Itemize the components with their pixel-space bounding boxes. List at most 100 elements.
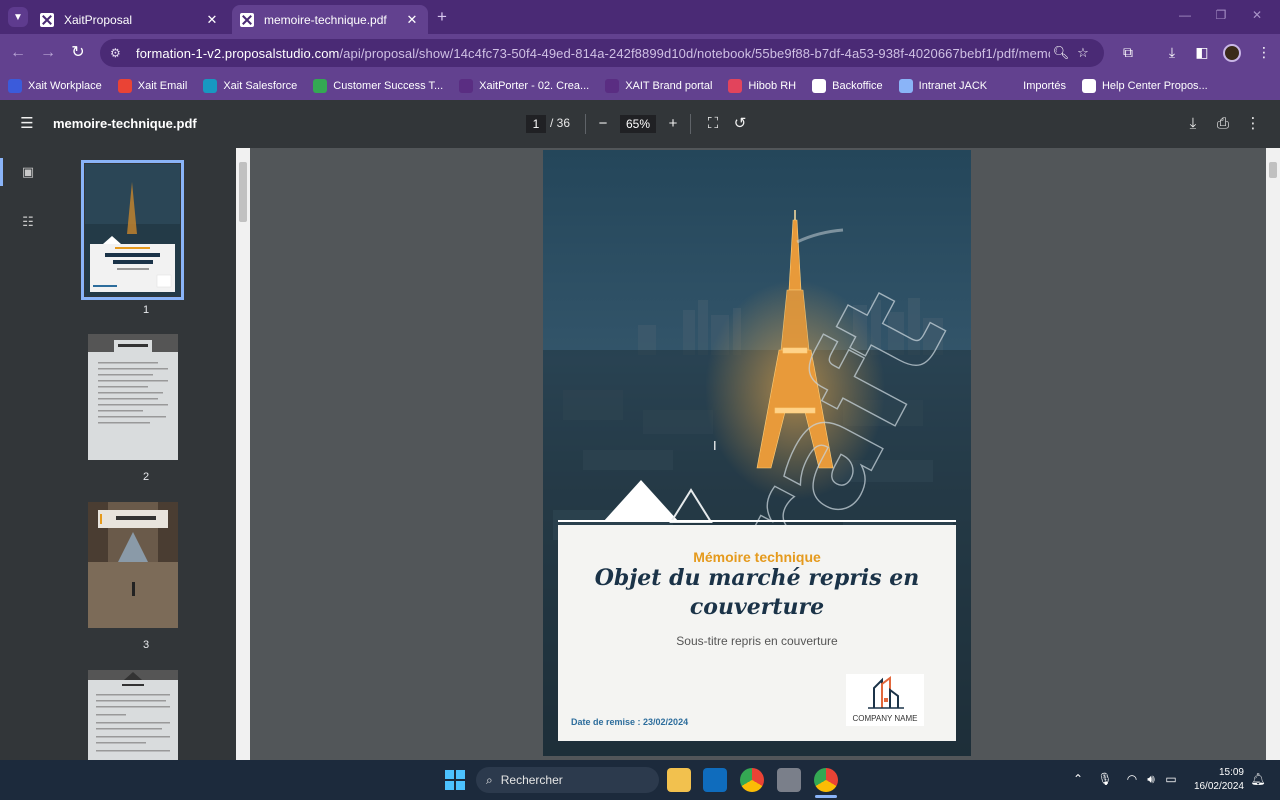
thumbnail-2-image bbox=[88, 334, 178, 460]
bookmark-item[interactable]: Backoffice bbox=[812, 79, 883, 93]
bookmark-item[interactable]: Intranet JACK bbox=[898, 79, 988, 93]
back-button[interactable]: ← bbox=[8, 43, 28, 63]
fit-to-page-icon[interactable]: ⛶ bbox=[702, 114, 724, 134]
download-pdf-icon[interactable]: ⤓ bbox=[1182, 114, 1204, 134]
thumbnail-number: 3 bbox=[142, 639, 150, 651]
chrome-profile-icon[interactable] bbox=[814, 768, 838, 792]
thumbnail-3-image bbox=[88, 502, 178, 628]
bookmark-favicon-icon bbox=[117, 79, 132, 93]
bookmark-item[interactable]: Customer Success T... bbox=[313, 79, 443, 93]
bookmark-label: Importés bbox=[1023, 80, 1066, 92]
rotate-icon[interactable]: ↺ bbox=[729, 114, 751, 134]
taskbar-search[interactable]: ⌕ Rechercher bbox=[476, 767, 659, 793]
tab-memoire-technique[interactable]: memoire-technique.pdf ✕ bbox=[232, 5, 428, 34]
system-clock[interactable]: 15:09 16/02/2024 bbox=[1192, 766, 1244, 794]
search-icon: ⌕ bbox=[486, 772, 493, 787]
hamburger-menu-icon[interactable]: ☰ bbox=[16, 114, 38, 134]
thumbnail-page-1[interactable] bbox=[81, 160, 184, 300]
close-tab-icon[interactable]: ✕ bbox=[404, 12, 420, 28]
thumbnail-page-4[interactable] bbox=[88, 670, 178, 760]
page-number-input[interactable]: 1 bbox=[526, 115, 546, 133]
bookmarks-bar: Xait Workplace Xait Email Xait Salesforce C… bbox=[0, 72, 1280, 100]
file-explorer-icon[interactable] bbox=[667, 768, 691, 792]
bookmark-item[interactable]: Xait Workplace bbox=[8, 79, 102, 93]
new-tab-button[interactable]: + bbox=[432, 8, 452, 28]
scrollbar-thumb[interactable] bbox=[1269, 162, 1277, 178]
divider bbox=[690, 114, 691, 134]
page-total: / 36 bbox=[550, 116, 571, 130]
outline-icon[interactable]: ☷ bbox=[18, 214, 38, 232]
browser-toolbar: ← → ↻ ⚙ formation-1-v2.proposalstudio.co… bbox=[0, 34, 1280, 72]
bookmark-item[interactable]: XAIT Brand portal bbox=[605, 79, 712, 93]
side-panel-icon[interactable]: ◧ bbox=[1192, 43, 1212, 63]
restore-button[interactable]: ❐ bbox=[1210, 8, 1232, 26]
divider bbox=[585, 114, 586, 134]
notifications-icon[interactable]: 🔔︎ bbox=[1250, 772, 1266, 786]
pdf-toolbar: ☰ memoire-technique.pdf 1 / 36 − 65% + ⛶… bbox=[0, 100, 1280, 148]
extensions-icon[interactable]: ⧉ bbox=[1118, 43, 1138, 63]
avatar[interactable] bbox=[1223, 44, 1241, 62]
bookmark-item[interactable]: Xait Salesforce bbox=[203, 79, 297, 93]
bookmark-item[interactable]: Hibob RH bbox=[728, 79, 796, 93]
submission-date: Date de remise : 23/02/2024 bbox=[571, 717, 689, 727]
more-actions-icon[interactable]: ⋮ bbox=[1242, 114, 1264, 134]
clock-date: 16/02/2024 bbox=[1193, 781, 1244, 792]
xait-favicon-icon bbox=[240, 12, 254, 27]
battery-icon[interactable]: ▭ bbox=[1163, 772, 1179, 786]
bookmark-label: Customer Success T... bbox=[333, 80, 444, 92]
clock-time: 15:09 bbox=[1218, 767, 1244, 778]
search-icon[interactable]: 🔍︎ bbox=[1050, 45, 1072, 61]
cover-overline: Mémoire technique bbox=[693, 549, 821, 565]
sidebar-rail bbox=[0, 148, 56, 760]
close-window-button[interactable]: ✕ bbox=[1246, 8, 1268, 26]
thumbnails-icon[interactable]: ▣ bbox=[18, 164, 38, 182]
zoom-in-icon[interactable]: + bbox=[662, 114, 684, 134]
thumbnail-page-2[interactable] bbox=[88, 334, 178, 460]
close-tab-icon[interactable]: ✕ bbox=[204, 12, 220, 28]
site-info-icon[interactable]: ⚙ bbox=[110, 46, 126, 60]
company-name: COMPANY NAME bbox=[852, 714, 918, 723]
bookmark-label: XAIT Brand portal bbox=[625, 80, 713, 92]
microphone-icon[interactable]: 🎙︎ bbox=[1097, 772, 1113, 786]
document-scrollbar[interactable] bbox=[1266, 148, 1280, 760]
snipping-tool-icon[interactable] bbox=[777, 768, 801, 792]
outlook-icon[interactable] bbox=[703, 768, 727, 792]
bookmark-item[interactable]: Importés bbox=[1003, 79, 1066, 93]
menu-icon[interactable]: ⋮ bbox=[1254, 43, 1274, 63]
bookmark-item[interactable]: Xait Email bbox=[117, 79, 187, 93]
thumbnail-panel: 1 2 3 bbox=[56, 148, 236, 760]
bookmark-favicon-icon bbox=[728, 79, 743, 93]
cover-title: Objet du marché repris en couverture bbox=[594, 565, 920, 620]
thumbnail-4-image bbox=[88, 670, 178, 760]
thumbnail-page-3[interactable] bbox=[88, 502, 178, 628]
volume-icon[interactable]: 🔊︎ bbox=[1143, 772, 1159, 787]
download-icon[interactable]: ⤓ bbox=[1162, 43, 1182, 63]
chevron-up-icon[interactable]: ⌃ bbox=[1070, 772, 1086, 786]
bookmark-item[interactable]: Help Center Propos... bbox=[1081, 79, 1208, 93]
bookmark-label: XaitPorter - 02. Crea... bbox=[479, 80, 590, 92]
cover-subtitle: Sous-titre repris en couverture bbox=[676, 634, 838, 648]
thumbnail-scrollbar[interactable] bbox=[236, 148, 250, 760]
chrome-icon[interactable] bbox=[740, 768, 764, 792]
minimize-button[interactable]: — bbox=[1174, 8, 1196, 26]
search-placeholder: Rechercher bbox=[500, 773, 563, 787]
zoom-input[interactable]: 65% bbox=[620, 115, 656, 133]
forward-button[interactable]: → bbox=[38, 43, 58, 63]
print-icon[interactable]: ⎙ bbox=[1212, 114, 1234, 134]
address-bar[interactable]: ⚙ formation-1-v2.proposalstudio.com/api/… bbox=[100, 39, 1104, 67]
text-cursor-icon: I bbox=[713, 438, 717, 453]
bookmark-item[interactable]: XaitPorter - 02. Crea... bbox=[459, 79, 589, 93]
tab-xaitproposal[interactable]: XaitProposal ✕ bbox=[32, 5, 228, 34]
windows-start-icon[interactable] bbox=[444, 769, 466, 791]
url-text[interactable]: formation-1-v2.proposalstudio.com/api/pr… bbox=[136, 46, 1050, 61]
zoom-out-icon[interactable]: − bbox=[592, 114, 614, 134]
reload-button[interactable]: ↻ bbox=[68, 43, 88, 63]
bookmark-label: Intranet JACK bbox=[918, 80, 988, 92]
wifi-icon[interactable]: ◠ bbox=[1124, 772, 1140, 786]
bookmark-favicon-icon bbox=[8, 79, 22, 93]
star-icon[interactable]: ☆ bbox=[1072, 45, 1094, 61]
tab-search-button[interactable]: ▼ bbox=[8, 7, 28, 27]
thumbnail-number: 1 bbox=[142, 304, 150, 316]
scrollbar-thumb[interactable] bbox=[239, 162, 247, 222]
bookmark-favicon-icon bbox=[1003, 79, 1018, 93]
